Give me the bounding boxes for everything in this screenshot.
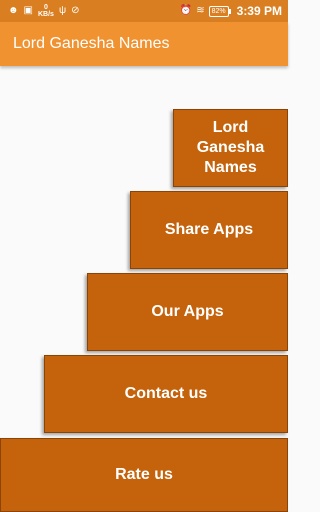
- share-apps-button[interactable]: Share Apps: [130, 191, 288, 269]
- image-notification-icon: ▣: [23, 5, 33, 16]
- battery-indicator: 82%: [208, 5, 231, 17]
- lord-ganesha-names-button[interactable]: Lord Ganesha Names: [173, 109, 288, 187]
- status-left-icons: ☻ ▣ 0 KB/s ψ ⊘: [8, 0, 79, 22]
- wifi-icon: ≋: [196, 5, 205, 16]
- usb-icon: ψ: [58, 5, 67, 16]
- status-time: 3:39 PM: [236, 4, 282, 18]
- our-apps-label: Our Apps: [151, 303, 224, 320]
- contact-us-label: Contact us: [124, 385, 208, 402]
- our-apps-button[interactable]: Our Apps: [87, 273, 288, 351]
- data-rate-value: 0: [44, 4, 48, 11]
- person-notification-icon: ☻: [8, 5, 19, 16]
- no-signal-icon: ⊘: [71, 5, 80, 16]
- data-rate-indicator: 0 KB/s: [38, 4, 54, 18]
- app-bar: Lord Ganesha Names: [0, 22, 288, 66]
- rate-us-button[interactable]: Rate us: [0, 438, 288, 512]
- data-rate-unit: KB/s: [37, 11, 54, 18]
- share-apps-label: Share Apps: [164, 221, 254, 238]
- lord-ganesha-names-label: Lord Ganesha Names: [196, 119, 265, 176]
- status-bar: ☻ ▣ 0 KB/s ψ ⊘ ⏰ ≋ 82% 3:39 PM: [0, 0, 288, 22]
- status-right-icons: ⏰ ≋ 82% 3:39 PM: [180, 0, 282, 22]
- rate-us-label: Rate us: [115, 466, 173, 483]
- alarm-icon: ⏰: [179, 5, 193, 16]
- contact-us-button[interactable]: Contact us: [44, 355, 288, 433]
- app-title: Lord Ganesha Names: [13, 35, 170, 52]
